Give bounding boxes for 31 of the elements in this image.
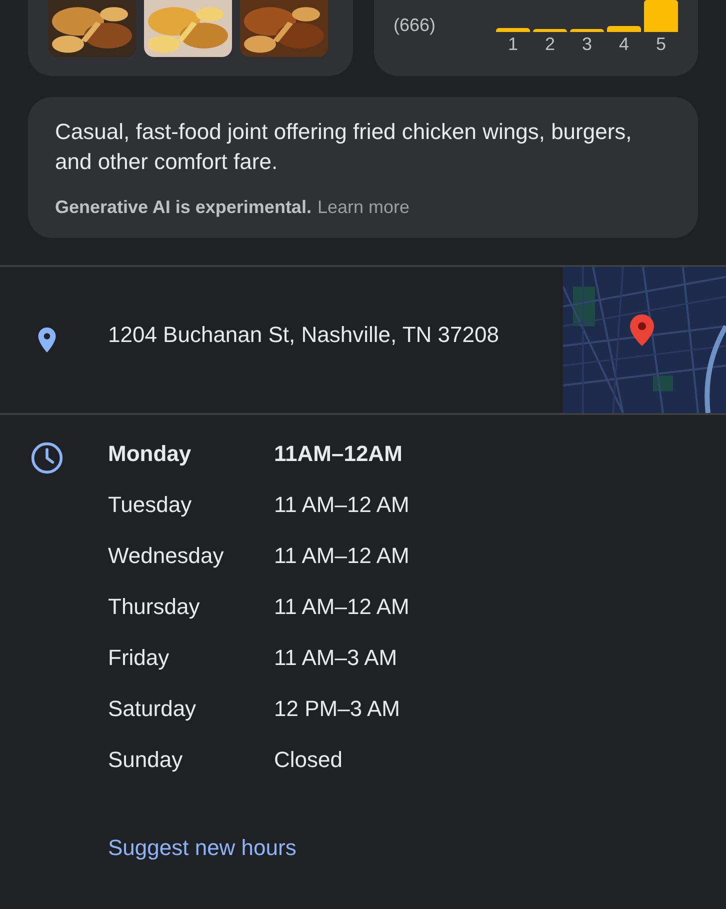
day-label: Tuesday (108, 492, 193, 519)
hours-text: 11 AM–12 AM (274, 594, 410, 621)
hours-text: 11AM–12AM (274, 441, 402, 468)
day-label: Thursday (108, 594, 201, 621)
clock-icon (30, 441, 64, 475)
hours-text: Closed (274, 747, 342, 774)
rating-bar (570, 29, 604, 32)
star-label: 4 (618, 34, 629, 54)
hours-text: 11 AM–12 AM (274, 543, 410, 570)
rating-bar (644, 0, 678, 32)
day-label: Saturday (108, 696, 198, 723)
hours-text: 11 AM–12 AM (274, 492, 410, 519)
day-label: Monday (108, 441, 192, 468)
rating-bar (496, 28, 530, 32)
day-label: Wednesday (108, 543, 225, 570)
star-label: 1 (508, 34, 518, 54)
hours-text: 12 PM–3 AM (274, 696, 400, 723)
day-label: Friday (108, 645, 170, 672)
rating-bar (607, 26, 641, 32)
star-label: 3 (582, 34, 592, 54)
learn-more-link[interactable]: Learn more (317, 197, 410, 217)
star-label: 5 (656, 34, 666, 54)
day-label: Sunday (108, 747, 184, 774)
ai-disclaimer: Generative AI is experimental. (55, 197, 312, 217)
review-count: (666) (394, 15, 436, 36)
star-label: 2 (544, 34, 555, 54)
address-text[interactable]: 1204 Buchanan St, Nashville, TN 37208 (108, 322, 563, 348)
summary-text: Casual, fast-food joint offering fried chicken wings, burgers, and other comfort fare. (55, 118, 633, 176)
rating-bar (533, 29, 567, 32)
suggest-hours-link[interactable]: Suggest new hours (108, 835, 410, 861)
hours-text: 11 AM–3 AM (274, 645, 398, 672)
